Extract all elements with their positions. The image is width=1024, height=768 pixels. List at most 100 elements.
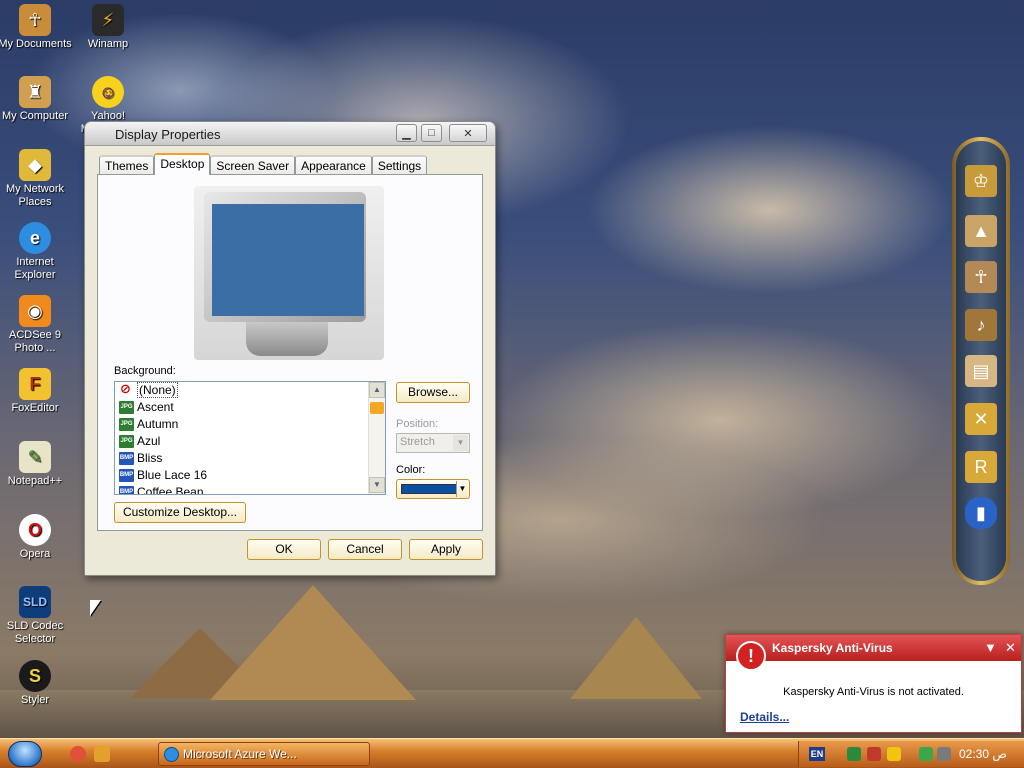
desktop-icon-network-places[interactable]: ◆ My Network Places <box>0 149 72 209</box>
winamp-icon: ⚡ <box>92 4 124 36</box>
close-icon: ✕ <box>463 127 473 140</box>
desktop-icon-opera[interactable]: O Opera <box>0 514 72 561</box>
dialog-title: Display Properties <box>115 127 221 142</box>
list-item[interactable]: ⊘ (None) <box>115 382 385 399</box>
shield-icon[interactable] <box>887 747 901 761</box>
jpg-file-icon: JPG <box>119 401 134 414</box>
position-select[interactable]: Stretch ▼ <box>396 433 470 453</box>
right-pyramid <box>570 617 702 699</box>
desktop-icon-label: ACDSee 9 Photo ... <box>9 329 61 354</box>
tab-appearance[interactable]: Appearance <box>295 155 372 175</box>
desktop-icon-my-computer[interactable]: ♜ My Computer <box>0 76 72 123</box>
list-item[interactable]: BMP Bliss <box>115 450 385 467</box>
details-link[interactable]: Details... <box>740 710 789 724</box>
list-item-label: (None) <box>137 382 178 398</box>
chevron-up-icon: ▲ <box>373 385 381 394</box>
harp-icon[interactable]: ♪ <box>965 309 997 341</box>
tab-desktop[interactable]: Desktop <box>154 153 211 175</box>
quicklaunch-pharaoh-icon[interactable] <box>94 746 110 762</box>
sld-codec-icon: SLD <box>19 586 51 618</box>
flash-icon[interactable] <box>867 747 881 761</box>
desktop-icon-notepad-plus[interactable]: ✎ Notepad++ <box>0 441 72 488</box>
monitor-preview <box>194 186 384 360</box>
scroll-down-button[interactable]: ▼ <box>369 477 385 493</box>
list-scrollbar[interactable]: ▲ ▼ <box>368 382 385 494</box>
desktop-icon-label: Internet Explorer <box>14 256 56 281</box>
notification-close-button[interactable]: ✕ <box>1005 640 1016 656</box>
network-icon[interactable] <box>847 747 861 761</box>
color-label: Color: <box>396 464 426 476</box>
list-item-label: Coffee Bean <box>137 485 204 495</box>
clock[interactable]: 02:30 ص <box>959 747 1007 761</box>
styler-icon: S <box>19 660 51 692</box>
capsule-icon[interactable]: ▮ <box>965 497 997 529</box>
kaspersky-notification: Kaspersky Anti-Virus ▼ ✕ ! Kaspersky Ant… <box>725 634 1022 733</box>
list-item[interactable]: BMP Coffee Bean <box>115 484 385 495</box>
background-listbox[interactable]: ⊘ (None) JPG Ascent JPG Autumn JPG Azul … <box>114 381 386 495</box>
desktop-icon-label: Notepad++ <box>7 475 63 487</box>
preview-screen <box>212 204 364 316</box>
desktop-icon-styler[interactable]: S Styler <box>0 660 72 707</box>
desktop-tab-panel: Background: ⊘ (None) JPG Ascent JPG Autu… <box>97 174 483 531</box>
foxeditor-icon: F <box>19 368 51 400</box>
display-properties-dialog: Display Properties ▁ □ ✕ Themes Desktop … <box>84 121 496 576</box>
desktop-icon-winamp[interactable]: ⚡ Winamp <box>71 4 145 51</box>
dock-panel: ♔ ▲ ☥ ♪ ▤ ✕ R ▮ <box>956 141 1006 581</box>
list-item-label: Azul <box>137 434 161 448</box>
notification-menu-button[interactable]: ▼ <box>984 640 997 655</box>
tab-themes[interactable]: Themes <box>99 155 155 175</box>
book-icon[interactable]: ▤ <box>965 355 997 387</box>
warning-icon: ! <box>736 641 766 671</box>
notepad-plus-icon: ✎ <box>19 441 51 473</box>
tools-icon[interactable]: ✕ <box>965 403 997 435</box>
dialog-titlebar[interactable]: Display Properties ▁ □ ✕ <box>85 122 495 146</box>
list-item-label: Blue Lace 16 <box>137 468 208 482</box>
connection-icon[interactable] <box>919 747 933 761</box>
tab-settings[interactable]: Settings <box>371 155 428 175</box>
customize-desktop-button[interactable]: Customize Desktop... <box>114 502 246 523</box>
mouse-cursor-icon <box>90 600 101 616</box>
pharaoh-icon[interactable]: ♔ <box>965 165 997 197</box>
quicklaunch-firefox-icon[interactable] <box>70 746 86 762</box>
scroll-thumb[interactable] <box>370 402 384 414</box>
list-item[interactable]: JPG Autumn <box>115 416 385 433</box>
browse-button[interactable]: Browse... <box>396 382 470 403</box>
monitor-stand <box>246 322 328 356</box>
chevron-down-icon: ▼ <box>373 480 381 489</box>
network-places-icon: ◆ <box>19 149 51 181</box>
minimize-button[interactable]: ▁ <box>396 124 417 142</box>
desktop-icon-label: Winamp <box>87 38 129 50</box>
cancel-button[interactable]: Cancel <box>328 539 402 560</box>
desktop-icon-label: My Documents <box>0 38 72 50</box>
tab-screen-saver[interactable]: Screen Saver <box>210 155 296 175</box>
registry-icon[interactable]: R <box>965 451 997 483</box>
start-button[interactable] <box>8 741 42 767</box>
yahoo-messenger-icon: ☺ <box>92 76 124 108</box>
bmp-file-icon: BMP <box>119 486 134 494</box>
desktop-icon-sld-codec[interactable]: SLD SLD Codec Selector <box>0 586 72 646</box>
internet-explorer-icon: e <box>19 222 51 254</box>
desktop-icon-my-documents[interactable]: ☥ My Documents <box>0 4 72 51</box>
list-item[interactable]: BMP Blue Lace 16 <box>115 467 385 484</box>
taskbar-button-azure[interactable]: Microsoft Azure We... <box>158 742 370 766</box>
notification-title: Kaspersky Anti-Virus <box>772 641 893 655</box>
desktop-icon-label: Opera <box>19 548 51 560</box>
close-button[interactable]: ✕ <box>449 124 487 142</box>
minimize-icon: ▁ <box>402 127 411 140</box>
scroll-up-button[interactable]: ▲ <box>369 382 385 398</box>
list-item[interactable]: JPG Ascent <box>115 399 385 416</box>
language-indicator[interactable]: EN <box>809 747 825 761</box>
volume-icon[interactable] <box>937 747 951 761</box>
desktop-icon-acdsee[interactable]: ◉ ACDSee 9 Photo ... <box>0 295 72 355</box>
pyramids-icon[interactable]: ▲ <box>965 215 997 247</box>
list-item[interactable]: JPG Azul <box>115 433 385 450</box>
color-picker-button[interactable]: ▼ <box>396 479 470 499</box>
desktop-icon-label: FoxEditor <box>11 402 59 414</box>
desktop-icon-foxeditor[interactable]: F FoxEditor <box>0 368 72 415</box>
color-swatch <box>401 484 457 494</box>
apply-button[interactable]: Apply <box>409 539 483 560</box>
maximize-button[interactable]: □ <box>421 124 442 142</box>
desktop-icon-internet-explorer[interactable]: e Internet Explorer <box>0 222 72 282</box>
scribe-icon[interactable]: ☥ <box>965 261 997 293</box>
ok-button[interactable]: OK <box>247 539 321 560</box>
